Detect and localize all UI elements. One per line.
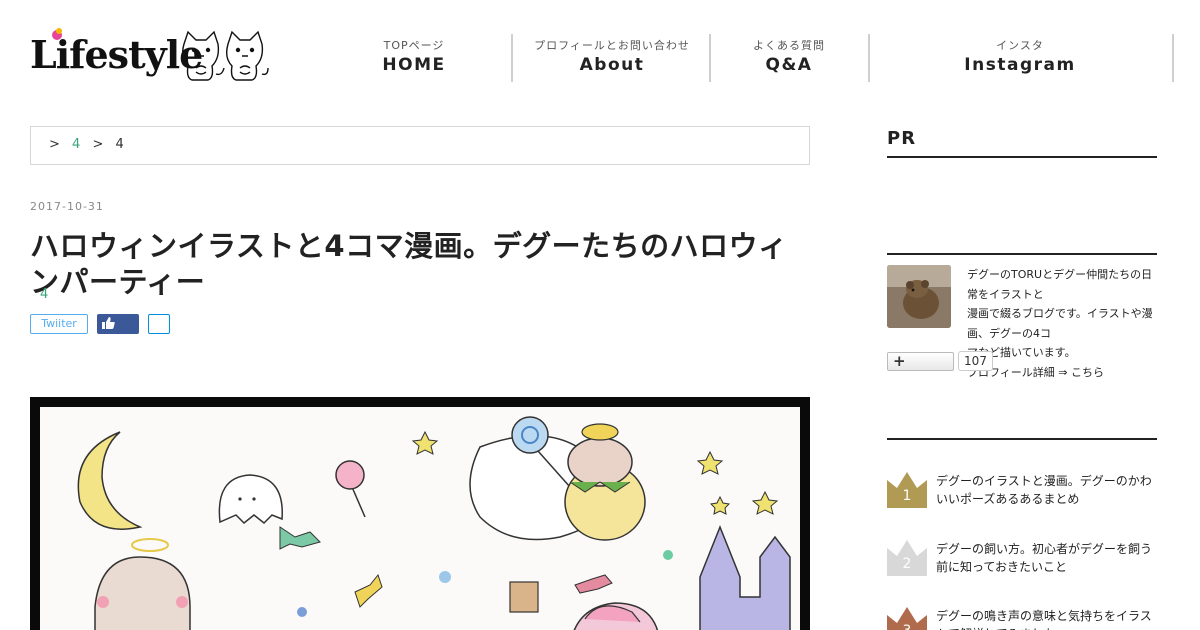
- site-header: Lifestyle TOPページ HOME プロフィールとお問い合わせ Abou…: [0, 0, 1200, 110]
- profile-line: マなど描いています。: [967, 346, 1076, 359]
- site-logo[interactable]: Lifestyle: [30, 28, 270, 86]
- nav-about-label: About: [579, 55, 645, 75]
- nav-divider: [511, 34, 513, 82]
- plus-icon: +: [893, 352, 906, 370]
- hatena-bookmark-button[interactable]: [148, 314, 170, 334]
- breadcrumb-separator: >: [92, 137, 104, 152]
- halloween-illustration: [40, 407, 800, 630]
- rank-number: 1: [902, 488, 912, 504]
- rank-number: 3: [887, 623, 927, 630]
- ranking-item[interactable]: 1 デグーのイラストと漫画。デグーのかわいいポーズあるあるまとめ: [887, 472, 1159, 522]
- rank-number: 2: [902, 556, 912, 572]
- logo-degu-icon: [181, 30, 269, 81]
- nav-instagram-sub: インスタ: [996, 39, 1044, 52]
- nav-qa-label: Q&A: [765, 55, 813, 75]
- breadcrumb-link[interactable]: 4: [72, 137, 80, 152]
- ranking-title: デグーのイラストと漫画。デグーのかわいいポーズあるあるまとめ: [936, 474, 1152, 506]
- breadcrumb-separator: >: [49, 137, 60, 152]
- post-date: 2017-10-31: [30, 200, 104, 213]
- nav-instagram[interactable]: インスタ Instagram: [930, 34, 1110, 82]
- profile-line: デグーのTORUとデグー仲間たちの日常をイラストと: [967, 268, 1153, 301]
- follow-button[interactable]: +: [887, 352, 954, 371]
- logo-dot-yellow: [56, 28, 62, 34]
- post-title: ハロウィンイラストと4コマ漫画。デグーたちのハロウィンパーティー: [30, 229, 788, 300]
- thumbs-up-icon: [102, 317, 115, 329]
- sidebar-pr-heading: PR: [887, 128, 917, 149]
- degu-photo: [887, 265, 951, 328]
- ranking-item[interactable]: 2 デグーの飼い方。初心者がデグーを飼う前に知っておきたいこと: [887, 540, 1159, 590]
- nav-home-label: HOME: [382, 55, 446, 75]
- eyecatch-image: [30, 397, 810, 630]
- sidebar-divider: [887, 156, 1157, 158]
- profile-line: 漫画で綴るブログです。イラストや漫画、デグーの4コ: [967, 307, 1153, 340]
- nav-home[interactable]: TOPページ HOME: [344, 34, 484, 82]
- post-category-link[interactable]: 4: [40, 287, 48, 302]
- ranking-title: デグーの飼い方。初心者がデグーを飼う前に知っておきたいこと: [936, 542, 1153, 574]
- nav-about[interactable]: プロフィールとお問い合わせ About: [532, 34, 692, 82]
- halloween-illustration-art: [77, 416, 791, 630]
- ranking-item[interactable]: 3 デグーの鳴き声の意味と気持ちをイラストで解説してみました: [887, 607, 1159, 630]
- nav-qa[interactable]: よくある質問 Q&A: [729, 34, 849, 82]
- nav-divider: [709, 34, 711, 82]
- nav-about-sub: プロフィールとお問い合わせ: [534, 39, 690, 52]
- sidebar-divider: [887, 253, 1157, 255]
- profile-avatar[interactable]: [887, 265, 951, 328]
- nav-divider: [868, 34, 870, 82]
- nav-qa-sub: よくある質問: [753, 39, 825, 52]
- facebook-like-button[interactable]: [97, 314, 139, 334]
- breadcrumb: > 4 > 4: [30, 126, 810, 165]
- breadcrumb-current: 4: [115, 137, 124, 152]
- ranking-title: デグーの鳴き声の意味と気持ちをイラストで解説してみました: [936, 609, 1152, 630]
- follower-count: 107: [958, 351, 993, 371]
- twitter-share-button[interactable]: Twiiter: [30, 314, 88, 334]
- nav-home-sub: TOPページ: [383, 39, 445, 52]
- profile-detail-link[interactable]: プロフィール詳細 ⇒ こちら: [967, 363, 1159, 383]
- profile-description: デグーのTORUとデグー仲間たちの日常をイラストと 漫画で綴るブログです。イラス…: [967, 265, 1159, 382]
- nav-divider: [1172, 34, 1174, 82]
- sidebar-divider: [887, 438, 1157, 440]
- nav-instagram-label: Instagram: [964, 55, 1076, 75]
